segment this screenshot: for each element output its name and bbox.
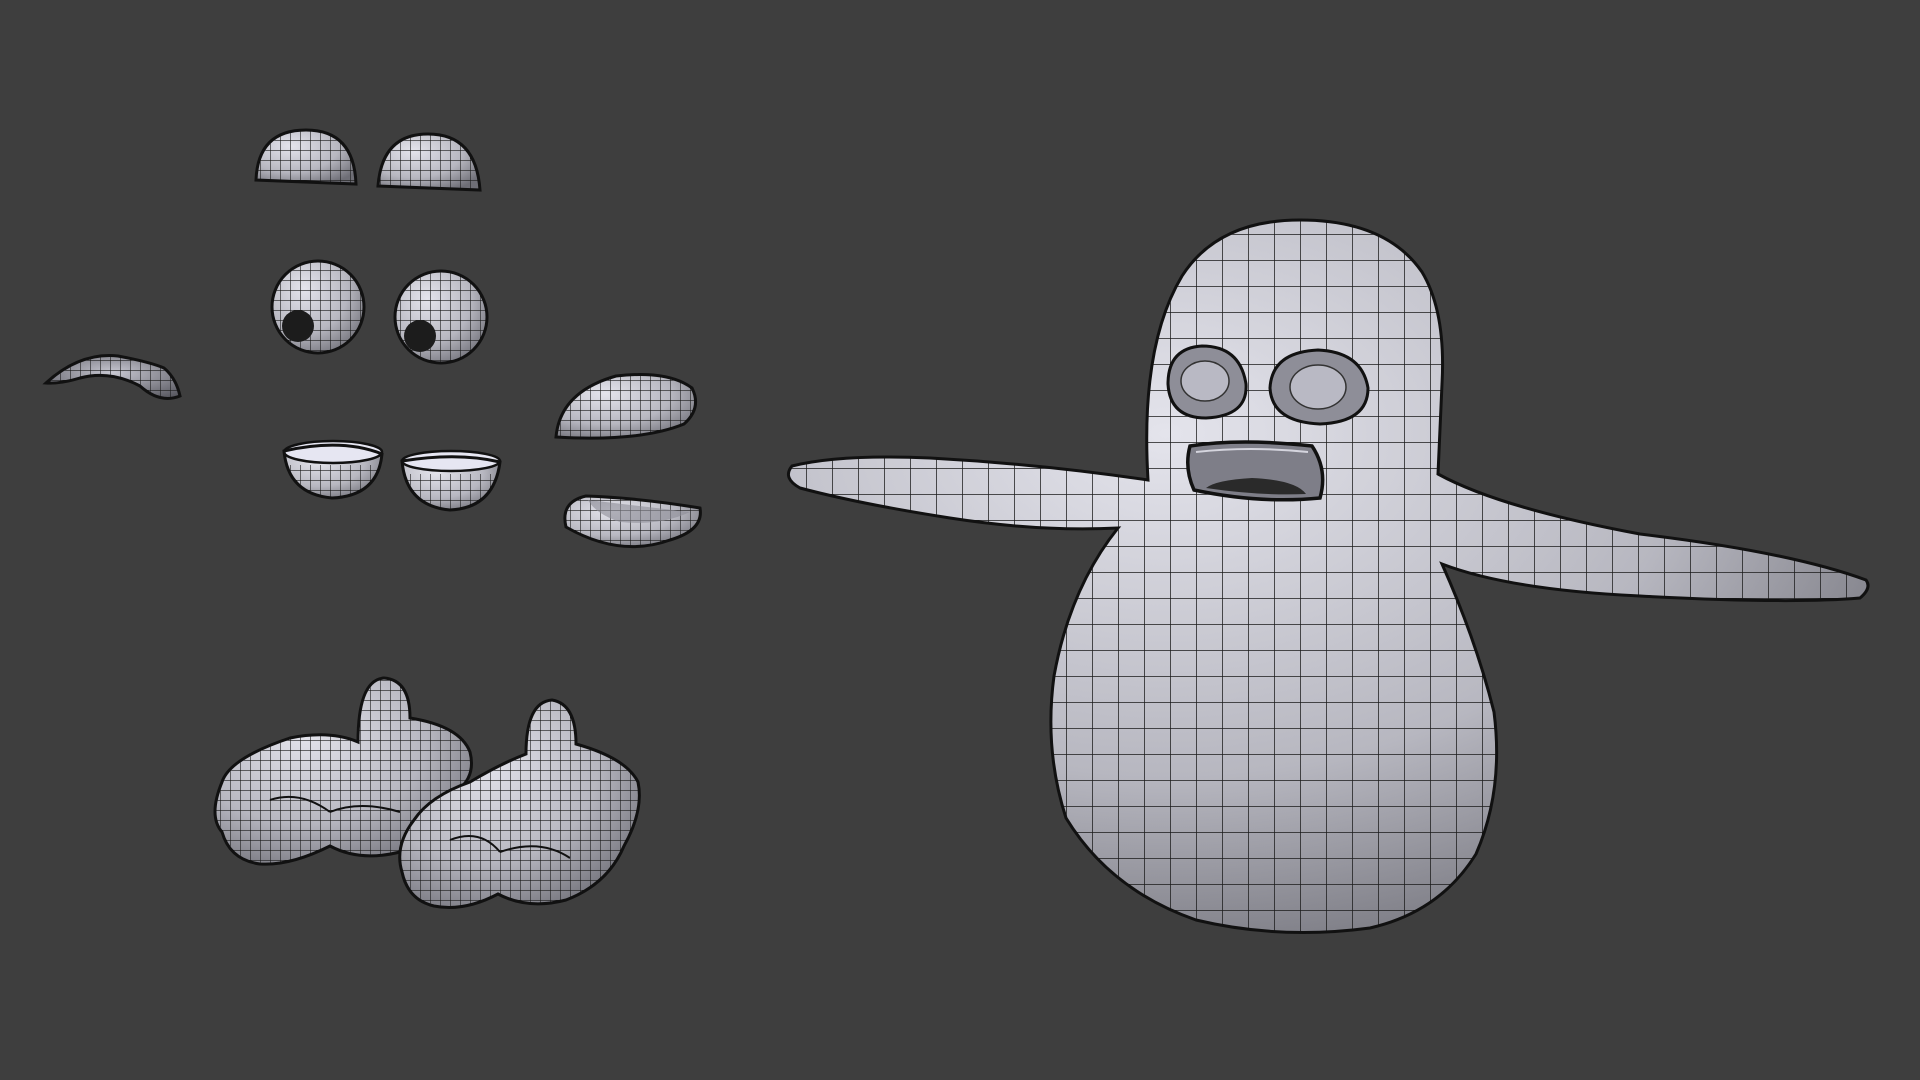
- beak-lower[interactable]: [558, 492, 708, 558]
- eyeball-left[interactable]: [270, 259, 366, 355]
- ear-cup-right[interactable]: [372, 128, 486, 194]
- eyeball-right[interactable]: [393, 269, 489, 365]
- body-mouth-opening: [1186, 440, 1325, 502]
- beak-upper[interactable]: [550, 368, 706, 446]
- ear-cup-left[interactable]: [250, 125, 362, 189]
- body-eye-hole-right: [1268, 348, 1370, 426]
- body-eye-hole-left: [1166, 344, 1248, 420]
- 3d-viewport[interactable]: [0, 0, 1920, 1080]
- eye-socket-left[interactable]: [280, 439, 386, 505]
- viewport-canvas[interactable]: [0, 0, 1920, 1080]
- eye-socket-right[interactable]: [398, 449, 506, 516]
- penguin-body[interactable]: [780, 210, 1880, 950]
- eyebrow[interactable]: [40, 348, 186, 408]
